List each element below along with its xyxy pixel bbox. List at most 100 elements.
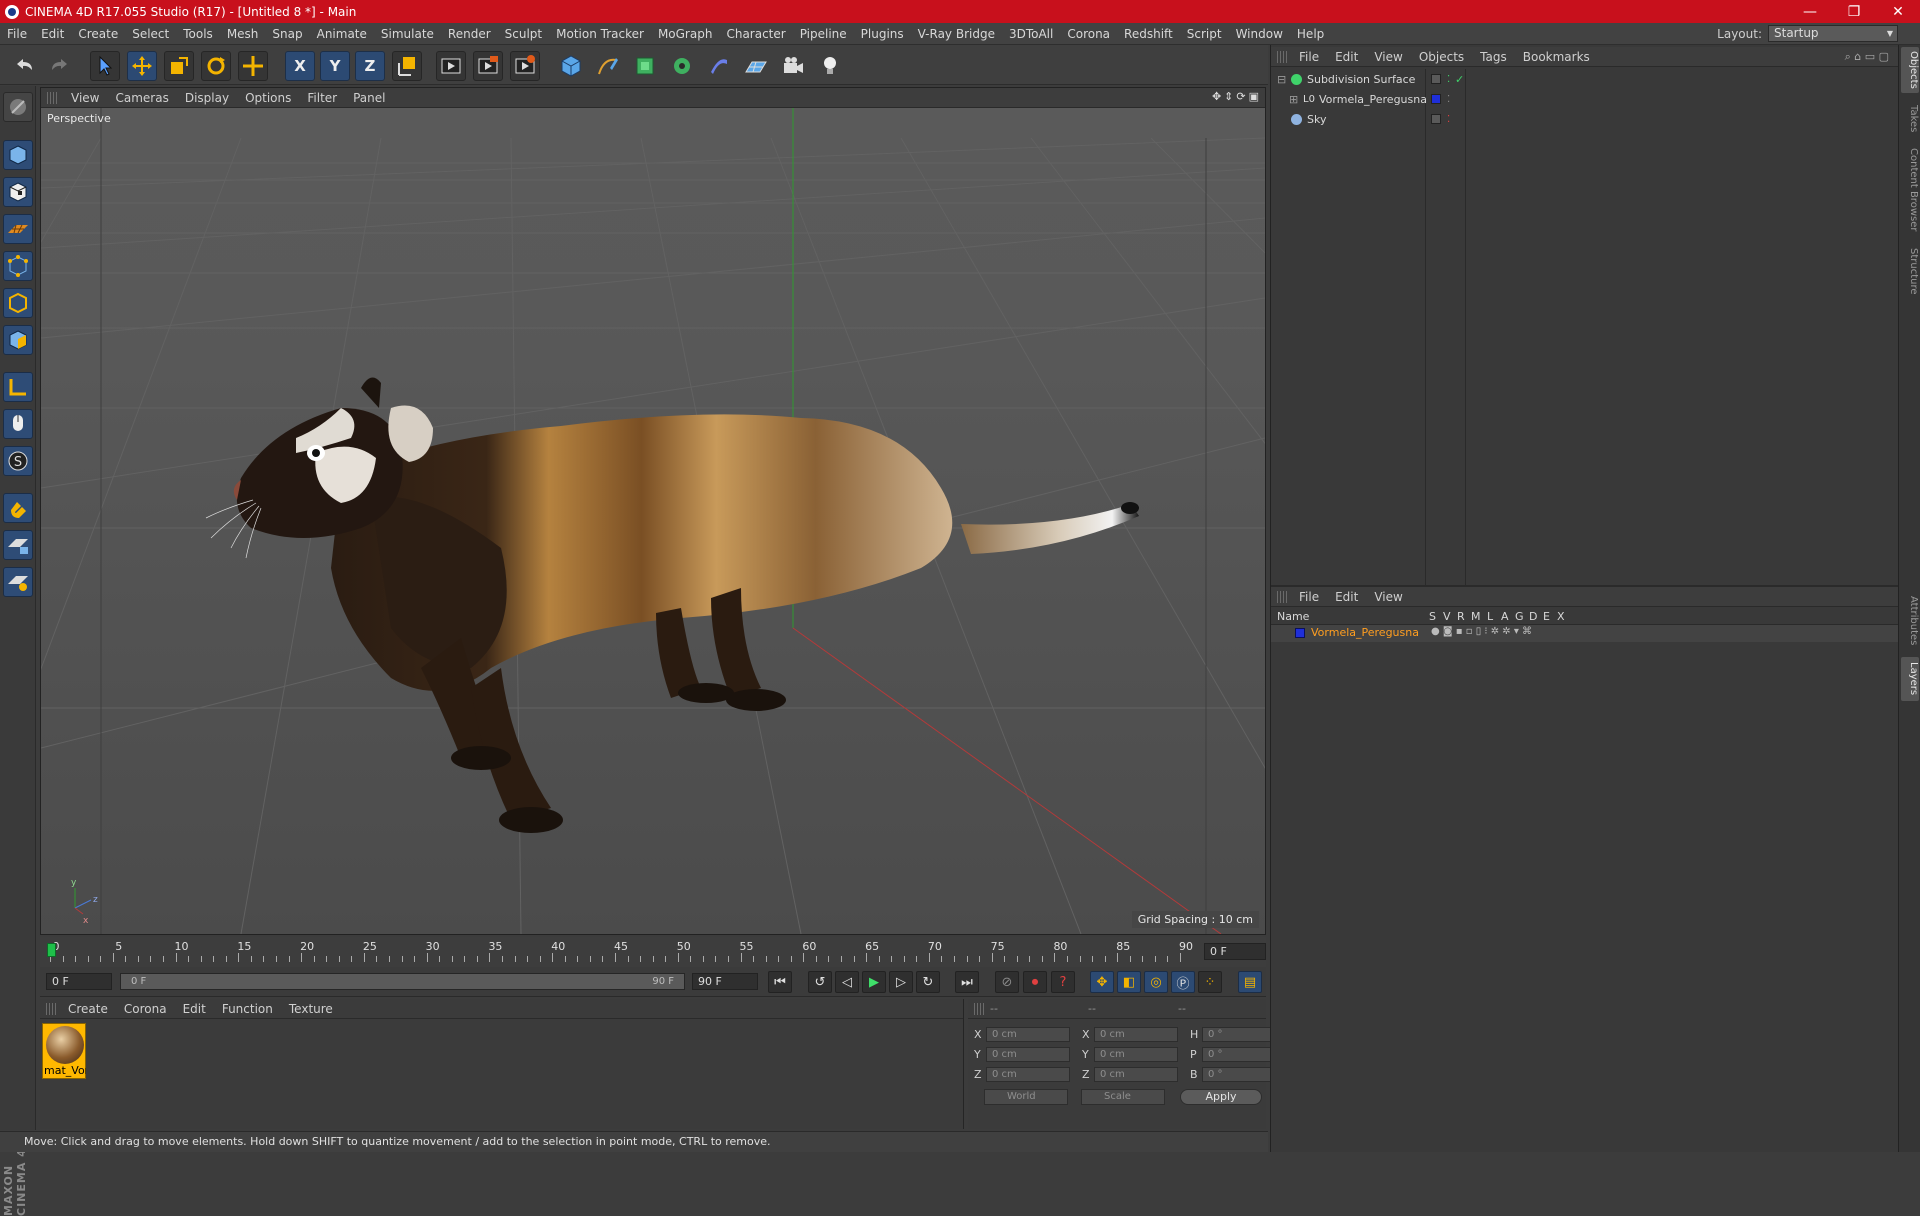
minimize-button[interactable]: — bbox=[1788, 0, 1832, 23]
menu-select[interactable]: Select bbox=[125, 27, 176, 41]
points-mode-icon[interactable] bbox=[3, 251, 33, 281]
redo-icon[interactable] bbox=[44, 51, 74, 81]
live-selection-icon[interactable] bbox=[90, 51, 120, 81]
position-z-field[interactable]: 0 cm bbox=[986, 1066, 1070, 1082]
move-tool-icon[interactable] bbox=[127, 51, 157, 81]
play-icon[interactable]: ▶ bbox=[862, 971, 886, 993]
key-pla-icon[interactable]: ⁘ bbox=[1198, 971, 1222, 993]
menu-mesh[interactable]: Mesh bbox=[220, 27, 266, 41]
material-menu-texture[interactable]: Texture bbox=[281, 1002, 341, 1016]
deformer-icon[interactable] bbox=[704, 51, 734, 81]
playhead-marker[interactable] bbox=[47, 943, 56, 957]
menu-simulate[interactable]: Simulate bbox=[374, 27, 441, 41]
key-scale-icon[interactable]: ◧ bbox=[1117, 971, 1141, 993]
undo-icon[interactable] bbox=[10, 51, 40, 81]
planar-workplane-icon[interactable] bbox=[3, 567, 33, 597]
render-view-icon[interactable] bbox=[436, 51, 466, 81]
enabled-check-icon[interactable]: ✓ bbox=[1455, 73, 1464, 86]
material-menu-create[interactable]: Create bbox=[60, 1002, 116, 1016]
next-frame-icon[interactable]: ▷ bbox=[889, 971, 913, 993]
close-button[interactable]: ✕ bbox=[1876, 0, 1920, 23]
edit-render-settings-icon[interactable] bbox=[510, 51, 540, 81]
menu-pipeline[interactable]: Pipeline bbox=[793, 27, 854, 41]
z-axis-lock-button[interactable]: Z bbox=[355, 51, 385, 81]
object-menu-objects[interactable]: Objects bbox=[1411, 50, 1472, 64]
menu-animate[interactable]: Animate bbox=[310, 27, 374, 41]
menu-snap[interactable]: Snap bbox=[265, 27, 309, 41]
apply-button[interactable]: Apply bbox=[1180, 1089, 1262, 1105]
light-icon[interactable] bbox=[815, 51, 845, 81]
next-key-icon[interactable]: ↻ bbox=[916, 971, 940, 993]
position-x-field[interactable]: 0 cm bbox=[986, 1026, 1070, 1042]
tab-structure[interactable]: Structure bbox=[1901, 243, 1919, 299]
render-picture-viewer-icon[interactable] bbox=[473, 51, 503, 81]
model-mode-icon[interactable] bbox=[3, 140, 33, 170]
object-menu-bookmarks[interactable]: Bookmarks bbox=[1515, 50, 1598, 64]
restore-button[interactable]: ❐ bbox=[1832, 0, 1876, 23]
tab-objects[interactable]: Objects bbox=[1901, 47, 1919, 93]
previous-key-icon[interactable]: ↺ bbox=[808, 971, 832, 993]
previous-frame-icon[interactable]: ◁ bbox=[835, 971, 859, 993]
menu-3dtoall[interactable]: 3DToAll bbox=[1002, 27, 1060, 41]
menu-motion-tracker[interactable]: Motion Tracker bbox=[549, 27, 651, 41]
end-frame-field[interactable]: 90 F bbox=[692, 973, 758, 990]
layer-menu-edit[interactable]: Edit bbox=[1327, 590, 1366, 604]
material-menu-function[interactable]: Function bbox=[214, 1002, 281, 1016]
layer-tag-icon[interactable] bbox=[1431, 114, 1441, 124]
workplane-mode-icon[interactable] bbox=[3, 214, 33, 244]
motion-path-icon[interactable]: ⊘ bbox=[995, 971, 1019, 993]
current-frame-field[interactable]: 0 F bbox=[1204, 943, 1266, 960]
spline-pen-icon[interactable] bbox=[593, 51, 623, 81]
menu-plugins[interactable]: Plugins bbox=[854, 27, 911, 41]
coordinate-system-icon[interactable] bbox=[392, 51, 422, 81]
tree-collapse-icon[interactable]: ⊟ bbox=[1277, 73, 1286, 86]
object-row-vormela-peregusna[interactable]: ⊞ L0 Vormela_Peregusna ⁚ bbox=[1271, 90, 1899, 109]
object-row-sky[interactable]: Sky ⁚ bbox=[1271, 110, 1899, 129]
rotate-tool-icon[interactable] bbox=[201, 51, 231, 81]
menu-mograph[interactable]: MoGraph bbox=[651, 27, 720, 41]
start-frame-field[interactable]: 0 F bbox=[46, 973, 112, 990]
layer-menu-file[interactable]: File bbox=[1291, 590, 1327, 604]
pan-icon[interactable]: ✥ bbox=[1212, 90, 1221, 103]
polygons-mode-icon[interactable] bbox=[3, 325, 33, 355]
menu-file[interactable]: File bbox=[0, 27, 34, 41]
frame-ruler[interactable]: 0 5 10 15 20 25 30 35 40 45 50 55 60 65 70 75 80 85 90 bbox=[47, 940, 1200, 965]
menu-tools[interactable]: Tools bbox=[176, 27, 220, 41]
menu-sculpt[interactable]: Sculpt bbox=[498, 27, 549, 41]
rotation-b-field[interactable]: 0 ° bbox=[1202, 1066, 1280, 1082]
floor-scene-icon[interactable] bbox=[741, 51, 771, 81]
axis-mode-icon[interactable] bbox=[3, 372, 33, 402]
tab-content-browser[interactable]: Content Browser bbox=[1901, 145, 1919, 235]
key-position-icon[interactable]: ✥ bbox=[1090, 971, 1114, 993]
viewport-menu-display[interactable]: Display bbox=[177, 91, 237, 105]
goto-start-icon[interactable]: ⏮ bbox=[768, 971, 792, 993]
coordinate-space-dropdown[interactable]: World bbox=[984, 1089, 1068, 1105]
menu-edit[interactable]: Edit bbox=[34, 27, 71, 41]
position-y-field[interactable]: 0 cm bbox=[986, 1046, 1070, 1062]
snapping-icon[interactable]: S bbox=[3, 446, 33, 476]
autokeying-icon[interactable]: ? bbox=[1051, 971, 1075, 993]
visibility-dots-icon[interactable]: ⁚ bbox=[1447, 114, 1450, 125]
object-menu-view[interactable]: View bbox=[1366, 50, 1410, 64]
tab-takes[interactable]: Takes bbox=[1901, 101, 1919, 137]
viewport-menu-panel[interactable]: Panel bbox=[345, 91, 393, 105]
layer-menu-view[interactable]: View bbox=[1366, 590, 1410, 604]
viewport-menu-options[interactable]: Options bbox=[237, 91, 299, 105]
orbit-icon[interactable]: ⟳ bbox=[1236, 90, 1245, 103]
menu-character[interactable]: Character bbox=[719, 27, 792, 41]
x-axis-lock-button[interactable]: X bbox=[285, 51, 315, 81]
size-z-field[interactable]: 0 cm bbox=[1094, 1066, 1178, 1082]
y-axis-lock-button[interactable]: Y bbox=[320, 51, 350, 81]
texture-mode-icon[interactable] bbox=[3, 177, 33, 207]
layer-color-icon[interactable] bbox=[1431, 94, 1441, 104]
locked-workplane-icon[interactable] bbox=[3, 530, 33, 560]
menu-redshift[interactable]: Redshift bbox=[1117, 27, 1180, 41]
layer-switches-icon[interactable]: ● ◙ ▪ ▫ ▯ ⁝ ✲ ✲ ▾ ⌘ bbox=[1431, 626, 1532, 637]
camera-icon[interactable] bbox=[778, 51, 808, 81]
object-menu-tags[interactable]: Tags bbox=[1472, 50, 1515, 64]
record-keys-icon[interactable]: ⏺ bbox=[1023, 971, 1047, 993]
object-row-subdivision-surface[interactable]: ⊟ Subdivision Surface ⁚ ✓ bbox=[1271, 70, 1899, 89]
material-menu-corona[interactable]: Corona bbox=[116, 1002, 175, 1016]
timeline-ruler[interactable]: 0 5 10 15 20 25 30 35 40 45 50 55 60 65 70 75 80 85 90 0 F bbox=[40, 937, 1266, 967]
maximize-view-icon[interactable]: ▣ bbox=[1249, 90, 1259, 103]
